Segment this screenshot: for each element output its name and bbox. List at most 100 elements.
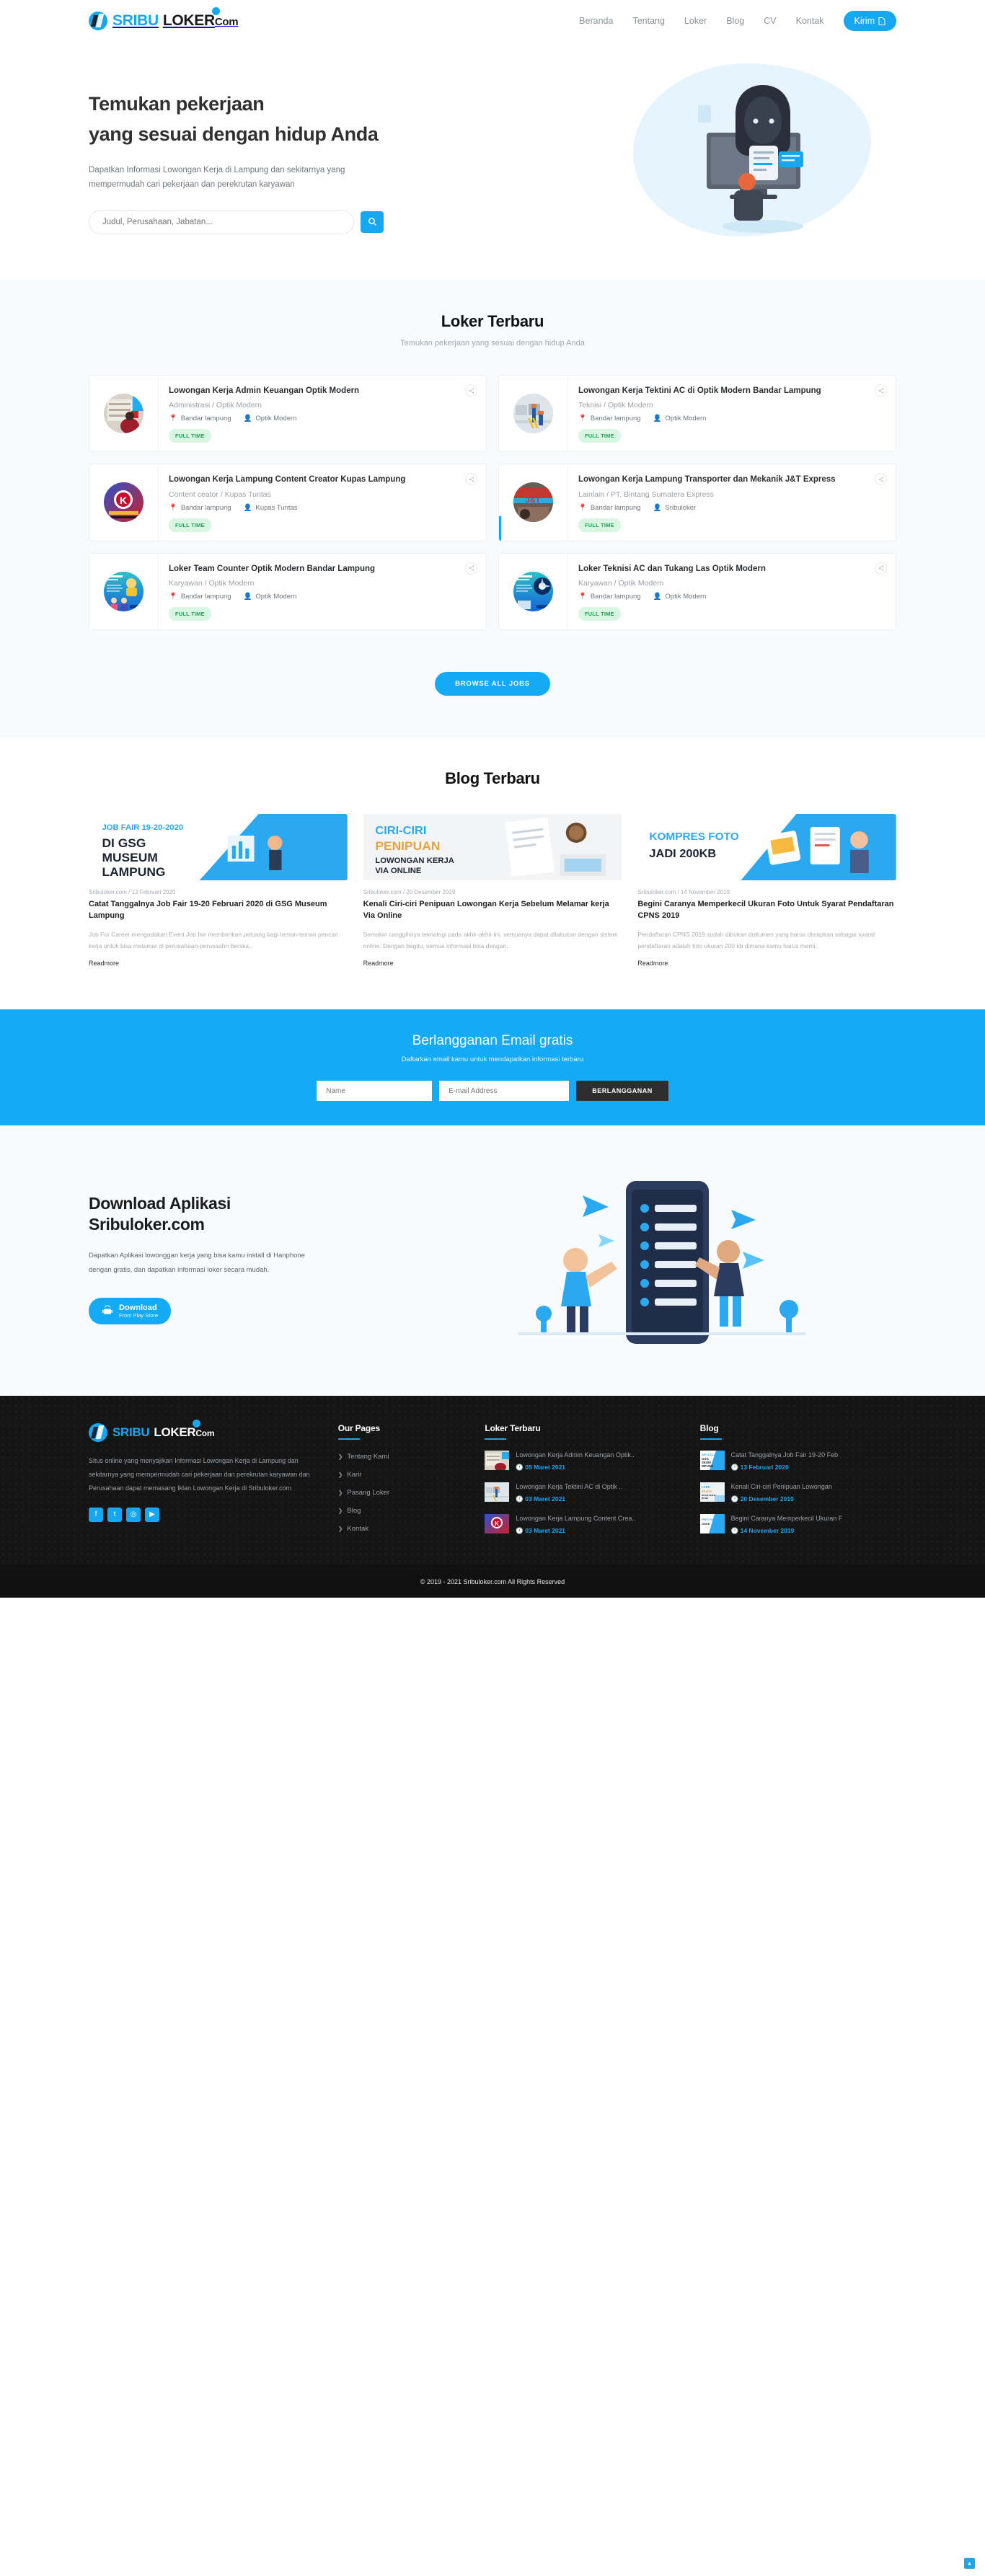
newsletter-form: BERLANGGANAN (89, 1081, 896, 1102)
svg-text:NLINE: NLINE (702, 1497, 708, 1500)
person-icon: 👤 (243, 415, 252, 423)
newsletter-subscribe-button[interactable]: BERLANGGANAN (576, 1081, 668, 1102)
blog-card[interactable]: CIRI-CIRI PENIPUAN LOWONGAN KERJA VIA ON… (363, 813, 622, 970)
person-icon: 👤 (243, 503, 252, 512)
footer-link-kontak[interactable]: ❯ Kontak (338, 1525, 467, 1533)
job-company: Optik Modern (255, 415, 297, 423)
footer-about-col: SRIBU LOKER Com Situs online yang menyaj… (89, 1420, 319, 1543)
blog-section: Blog Terbaru JOB FAIR 19-20-2020 DI GSG … (0, 737, 985, 1010)
optik-store-thumb-icon (485, 1451, 510, 1471)
job-card[interactable]: J&T Lowongan Kerja Lampung Transporter d… (498, 464, 896, 541)
newsletter-email-input[interactable] (439, 1081, 570, 1102)
footer-blog-thumb: I-CIRI IPUAN NGAN KERJA NLINE (699, 1482, 725, 1502)
footer-link-pasang-loker[interactable]: ❯ Pasang Loker (338, 1489, 467, 1497)
blog-readmore-link[interactable]: Readmore (637, 960, 668, 967)
job-location-row: 📍 Bandar lampung 👤 Sribuloker (578, 504, 885, 512)
svg-text:200KB: 200KB (702, 1523, 710, 1526)
footer-logo[interactable]: SRIBU LOKER Com (89, 1420, 319, 1443)
blog-readmore-link[interactable]: Readmore (363, 960, 394, 967)
footer-blog-item[interactable]: I-CIRI IPUAN NGAN KERJA NLINE Kenali Ciri-c… (699, 1482, 896, 1503)
download-playstore-button[interactable]: Download From Play Store (89, 1297, 172, 1324)
job-card[interactable]: Lowongan Kerja Tektini AC di Optik Moder… (498, 375, 896, 453)
svg-text:CIRI-CIRI: CIRI-CIRI (375, 824, 426, 837)
hiring-poster-welding-thumb-icon (513, 571, 553, 611)
job-card[interactable]: K Lowongan Kerja Lampung Content Creator… (89, 464, 487, 541)
youtube-icon[interactable]: ▶ (145, 1507, 159, 1522)
job-company: Sribuloker (665, 503, 697, 512)
footer-loker-item[interactable]: Lowongan Kerja Tektini AC di Optik .. 🕐 … (485, 1482, 681, 1503)
instagram-icon[interactable]: ◎ (126, 1507, 141, 1522)
loker-section-title: Loker Terbaru (441, 312, 544, 330)
share-glyph-icon (878, 565, 883, 571)
footer-loker-item-body: Lowongan Kerja Lampung Content Crea.. 🕐 … (516, 1514, 635, 1535)
blog-card[interactable]: JOB FAIR 19-20-2020 DI GSG MUSEUM LAMPUN… (89, 813, 348, 970)
scroll-to-top-button[interactable]: ▲ (964, 2558, 975, 2569)
blog-title: Kenali Ciri-ciri Penipuan Lowongan Kerja… (363, 899, 609, 921)
browse-all-wrap: BROWSE ALL JOBS (89, 671, 896, 696)
job-thumb-wrap (499, 553, 568, 629)
footer-link-karir[interactable]: ❯ Karir (338, 1471, 467, 1479)
nav-item-tentang[interactable]: Tentang (632, 16, 664, 26)
footer-blog-item[interactable]: PRES FOTO 200KB Begini Caranya Memperkeci… (699, 1513, 896, 1535)
nav-item-kontak[interactable]: Kontak (796, 16, 824, 26)
job-category: Teknisi / Optik Modern (578, 401, 653, 410)
footer-blog-col: Blog AIR 19-20-2020 GSG SEUM MPUNG Catat Ta… (699, 1423, 896, 1543)
chevron-right-icon: ❯ (337, 1526, 343, 1533)
blog-excerpt: Job For Career mengadakan Event Job fair… (89, 930, 338, 950)
footer-blog-rule (699, 1438, 722, 1440)
download-app-title-line2: Sribuloker.com (89, 1215, 205, 1234)
download-app-illustration (518, 1181, 806, 1345)
blog-card[interactable]: KOMPRES FOTO JADI 200KB Sribuloker.com /… (637, 813, 896, 970)
site-logo[interactable]: SRIBU LOKER Com (89, 7, 239, 30)
job-title: Lowongan Kerja Admin Keuangan Optik Mode… (169, 386, 360, 395)
nav-item-loker[interactable]: Loker (684, 16, 707, 26)
facebook-icon[interactable]: f (89, 1507, 103, 1522)
android-icon (102, 1305, 112, 1314)
search-button[interactable] (361, 211, 384, 233)
share-glyph-icon (878, 387, 883, 394)
footer-loker-heading: Loker Terbaru (485, 1423, 541, 1434)
svg-text:I-CIRI: I-CIRI (702, 1485, 710, 1489)
download-app-paragraph: Dapatkan Aplikasi lowonggan kerja yang b… (89, 1251, 305, 1274)
blog-thumbnail: KOMPRES FOTO JADI 200KB (637, 813, 896, 880)
nav-item-cv[interactable]: CV (764, 16, 776, 26)
job-thumb-wrap (89, 376, 159, 452)
footer-blog-item[interactable]: AIR 19-20-2020 GSG SEUM MPUNG Catat Tanggal… (699, 1451, 896, 1471)
footer-link-blog[interactable]: ❯ Blog (338, 1507, 467, 1515)
job-thumb-wrap: K (89, 464, 159, 541)
browse-all-jobs-button[interactable]: BROWSE ALL JOBS (435, 671, 550, 696)
share-icon[interactable] (875, 562, 887, 575)
share-icon[interactable] (465, 384, 477, 397)
newsletter-section: Berlangganan Email gratis Daftarkan emai… (0, 1009, 985, 1126)
job-category: Karyawan / Optik Modern (578, 578, 664, 588)
jnt-express-thumb-icon: J&T (513, 482, 553, 523)
footer-blog-item-body: Catat Tanggalnya Job Fair 19-20 Feb 🕐 13… (731, 1451, 838, 1471)
share-icon[interactable] (465, 562, 477, 575)
job-type-badge: FULL TIME (578, 429, 621, 443)
download-app-copy: Download Aplikasi Sribuloker.com Dapatka… (89, 1193, 428, 1324)
footer-loker-item[interactable]: K Lowongan Kerja Lampung Content Crea.. … (485, 1513, 681, 1535)
footer-link-tentang-kami[interactable]: ❯ Tentang Kami (338, 1453, 467, 1461)
share-glyph-icon (878, 477, 883, 482)
blog-source: Sribuloker.com / 13 Februari 2020 (89, 888, 176, 895)
map-pin-icon: 📍 (578, 503, 587, 512)
footer-loker-item[interactable]: Lowongan Kerja Admin Keuangan Optik.. 🕐 … (485, 1451, 681, 1471)
kirim-cv-button[interactable]: Kirim (843, 11, 896, 31)
footer-loker-item-title: Lowongan Kerja Tektini AC di Optik .. (516, 1482, 623, 1490)
newsletter-name-input[interactable] (317, 1081, 433, 1102)
job-company: Optik Modern (665, 415, 707, 423)
job-title: Loker Teknisi AC dan Tukang Las Optik Mo… (578, 564, 766, 573)
job-location-row: 📍 Bandar lampung 👤 Optik Modern (169, 415, 476, 422)
blog-readmore-link[interactable]: Readmore (89, 960, 119, 967)
nav-item-beranda[interactable]: Beranda (579, 16, 613, 26)
search-input[interactable] (89, 209, 354, 234)
nav-item-blog[interactable]: Blog (726, 16, 744, 26)
twitter-icon[interactable]: t (107, 1507, 122, 1522)
job-card[interactable]: Loker Team Counter Optik Modern Bandar L… (89, 552, 487, 630)
share-icon[interactable] (875, 384, 887, 397)
job-title: Lowongan Kerja Tektini AC di Optik Moder… (578, 386, 821, 395)
svg-text:IPUAN: IPUAN (702, 1490, 712, 1493)
job-card[interactable]: Lowongan Kerja Admin Keuangan Optik Mode… (89, 375, 487, 453)
svg-text:LOWONGAN KERJA: LOWONGAN KERJA (375, 857, 454, 865)
job-card[interactable]: Loker Teknisi AC dan Tukang Las Optik Mo… (498, 552, 896, 630)
